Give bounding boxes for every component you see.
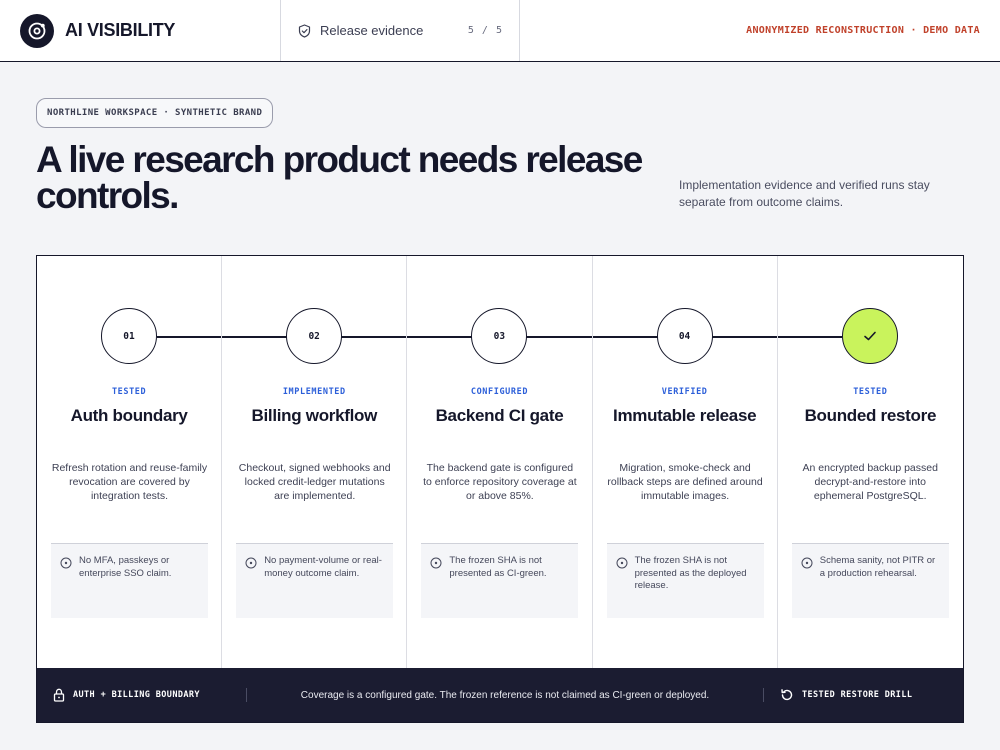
stage-title: Billing workflow [251, 406, 378, 425]
top-bar: AI VISIBILITY Release evidence 5 / 5 ANO… [0, 0, 1000, 62]
caveat-text: Schema sanity, not PITR or a production … [819, 555, 936, 579]
stage-title: Backend CI gate [435, 406, 564, 425]
stage-card: 04 VERIFIED Immutable release Migration,… [592, 256, 778, 668]
demo-notice: ANONYMIZED RECONSTRUCTION · DEMO DATA [746, 25, 980, 36]
footer-auth-billing: AUTH + BILLING BOUNDARY [37, 688, 247, 702]
stage-caveat: No payment-volume or real-money outcome … [236, 543, 394, 618]
stage-description: An encrypted backup passed decrypt-and-r… [802, 462, 938, 502]
stage-status: TESTED [111, 387, 147, 397]
footer-right-label: TESTED RESTORE DRILL [802, 690, 913, 700]
stage-card: 01 TESTED Auth boundary Refresh rotation… [37, 256, 223, 668]
caveat-text: The frozen SHA is not presented as the d… [634, 555, 747, 591]
page-title: A live research product needs release co… [36, 139, 643, 216]
stage-number-badge: 03 [471, 308, 528, 364]
stage-description: The backend gate is configured to enforc… [423, 462, 577, 502]
info-icon [60, 556, 74, 618]
info-icon [430, 556, 444, 618]
workspace-pill: NORTHLINE WORKSPACE · SYNTHETIC BRAND [36, 98, 274, 128]
stage-timeline: 01 TESTED Auth boundary Refresh rotation… [37, 256, 963, 668]
stage-card: 03 CONFIGURED Backend CI gate The backen… [407, 256, 593, 668]
info-icon [245, 556, 259, 618]
footer-restore-drill: TESTED RESTORE DRILL [763, 688, 963, 702]
timeline-connector [777, 336, 842, 338]
stage-status: CONFIGURED [470, 387, 529, 397]
caveat-text: No MFA, passkeys or enterprise SSO claim… [79, 555, 172, 579]
stage-status: VERIFIED [661, 387, 708, 397]
shield-check-icon [298, 23, 311, 38]
restore-icon [780, 688, 794, 702]
page-subtitle: Implementation evidence and verified run… [679, 178, 930, 209]
stage-number-badge: 01 [101, 308, 157, 364]
stage-description: Checkout, signed webhooks and locked cre… [238, 462, 391, 502]
info-icon [801, 556, 815, 618]
orbit-logo-icon [20, 13, 54, 48]
stage-card: TESTED Bounded restore An encrypted back… [777, 256, 963, 668]
stage-description: Migration, smoke-check and rollback step… [607, 462, 763, 502]
checkmark-icon [863, 331, 876, 341]
caveat-text: The frozen SHA is not presented as CI-gr… [449, 555, 547, 579]
footer-left-label: AUTH + BILLING BOUNDARY [73, 690, 200, 700]
info-icon [616, 556, 630, 618]
breadcrumb[interactable]: Release evidence 5 / 5 [281, 0, 520, 61]
breadcrumb-label: Release evidence [320, 23, 424, 38]
stage-caveat: The frozen SHA is not presented as the d… [606, 543, 764, 618]
stage-title: Auth boundary [70, 406, 188, 425]
footer-note: Coverage is a configured gate. The froze… [300, 689, 710, 701]
stage-description: Refresh rotation and reuse-family revoca… [51, 462, 208, 502]
stage-caveat: No MFA, passkeys or enterprise SSO claim… [51, 543, 208, 618]
page-counter: 5 / 5 [467, 25, 503, 36]
stage-number-badge: 04 [656, 308, 713, 364]
panel-footer: AUTH + BILLING BOUNDARY Coverage is a co… [37, 668, 963, 722]
stage-caveat: The frozen SHA is not presented as CI-gr… [421, 543, 579, 618]
brand[interactable]: AI VISIBILITY [0, 0, 281, 61]
stage-complete-badge [841, 308, 898, 364]
stage-status: TESTED [853, 387, 888, 397]
caveat-text: No payment-volume or real-money outcome … [264, 555, 382, 579]
lock-icon [53, 688, 65, 702]
stage-title: Bounded restore [804, 406, 937, 425]
stage-title: Immutable release [613, 406, 757, 425]
stage-caveat: Schema sanity, not PITR or a production … [791, 543, 949, 618]
stage-card: 02 IMPLEMENTED Billing workflow Checkout… [222, 256, 408, 668]
timeline-connector [157, 336, 222, 338]
stage-number-badge: 02 [286, 308, 343, 364]
stage-status: IMPLEMENTED [282, 387, 346, 397]
release-controls-panel: 01 TESTED Auth boundary Refresh rotation… [36, 255, 964, 723]
brand-name: AI VISIBILITY [65, 20, 176, 40]
